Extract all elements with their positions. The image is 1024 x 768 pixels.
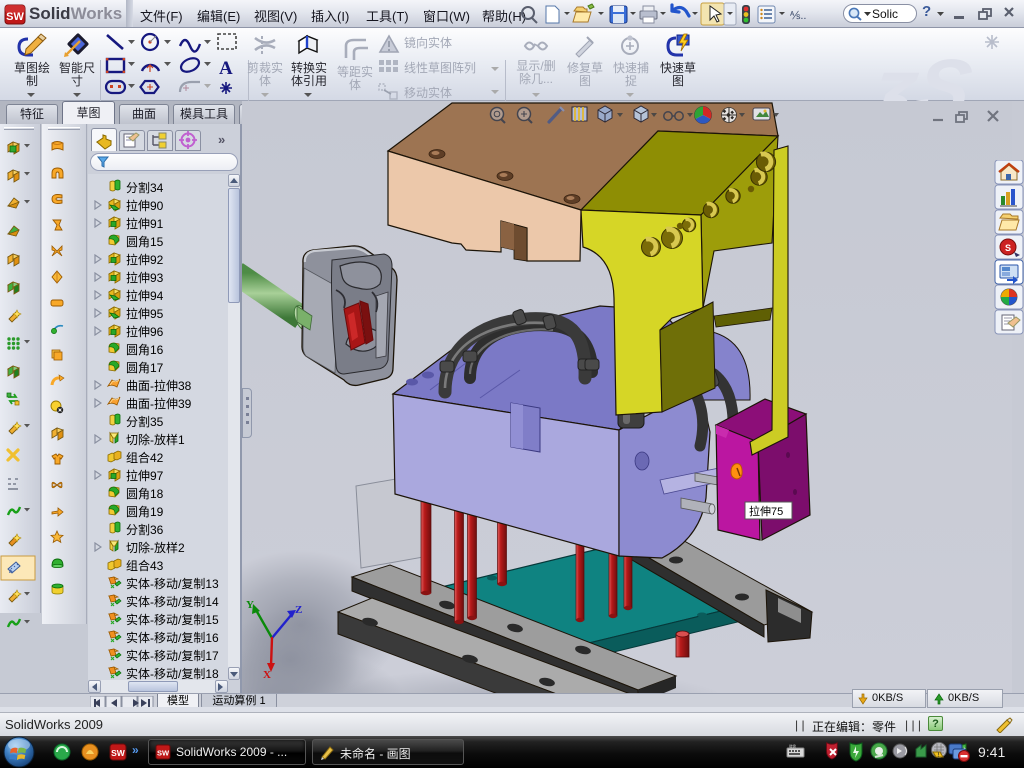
svg-text:SW: SW [157, 749, 170, 758]
svg-text:S: S [1005, 243, 1011, 253]
svg-text:Y: Y [246, 599, 254, 611]
svg-text:X: X [263, 669, 271, 681]
svg-text:SW: SW [111, 748, 126, 758]
svg-text:Z: Z [295, 604, 302, 616]
svg-text:A: A [219, 58, 233, 79]
svg-text:拉伸75: 拉伸75 [749, 504, 783, 518]
svg-text:⅍..: ⅍.. [789, 10, 806, 22]
svg-text:»: » [132, 743, 139, 757]
svg-text:键盘: 键盘 [789, 744, 797, 749]
svg-text:SW: SW [6, 11, 24, 23]
